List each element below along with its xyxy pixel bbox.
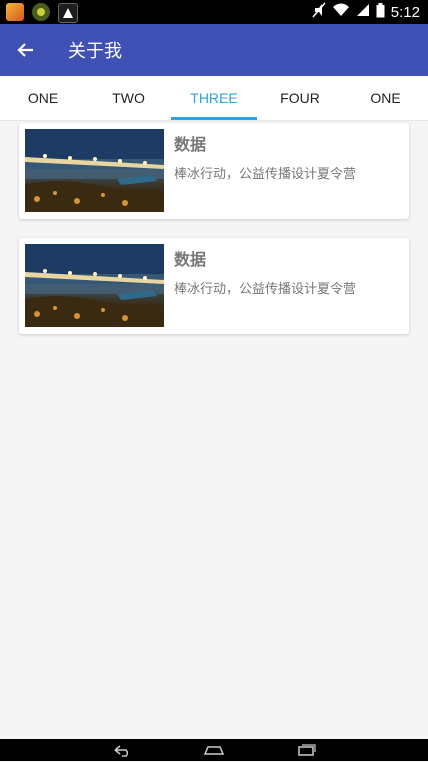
home-icon <box>203 746 225 755</box>
card-image <box>25 129 164 212</box>
nav-recents-button[interactable] <box>295 742 319 758</box>
page-title: 关于我 <box>68 41 122 62</box>
signal-icon <box>356 3 370 21</box>
notification-icons <box>6 3 78 23</box>
app-notification-icon <box>58 3 78 23</box>
card-description: 棒冰行动，公益传播设计夏令营 <box>174 282 357 297</box>
arrow-left-icon <box>17 43 33 57</box>
battery-icon <box>376 2 385 22</box>
card-description: 棒冰行动，公益传播设计夏令营 <box>174 167 357 182</box>
tab-three[interactable]: THREE <box>171 76 257 120</box>
tab-four[interactable]: FOUR <box>257 76 343 120</box>
status-icons: 5:12 <box>312 2 420 22</box>
app-bar: 关于我 <box>0 24 428 76</box>
app-notification-icon <box>6 3 24 21</box>
back-button[interactable] <box>12 36 40 64</box>
card-image <box>25 244 164 327</box>
nav-home-button[interactable] <box>202 742 226 758</box>
list-item-card[interactable]: 数据 棒冰行动，公益传播设计夏令营 <box>19 123 409 219</box>
status-time: 5:12 <box>390 3 420 21</box>
status-bar: 5:12 <box>0 0 428 24</box>
app-notification-icon <box>32 3 50 21</box>
nav-back-button[interactable] <box>110 742 134 758</box>
back-icon <box>114 745 129 757</box>
tab-bar: ONE TWO THREE FOUR ONE <box>0 76 428 121</box>
card-title: 数据 <box>174 135 207 154</box>
tab-two[interactable]: TWO <box>86 76 171 120</box>
system-nav-bar <box>0 739 428 761</box>
recents-icon <box>298 744 316 756</box>
wifi-icon <box>332 3 350 21</box>
mute-icon <box>312 2 326 22</box>
tab-indicator <box>171 117 257 120</box>
tab-one-repeat[interactable]: ONE <box>343 76 428 120</box>
tab-one[interactable]: ONE <box>0 76 86 120</box>
card-title: 数据 <box>174 250 207 269</box>
list-item-card[interactable]: 数据 棒冰行动，公益传播设计夏令营 <box>19 238 409 334</box>
